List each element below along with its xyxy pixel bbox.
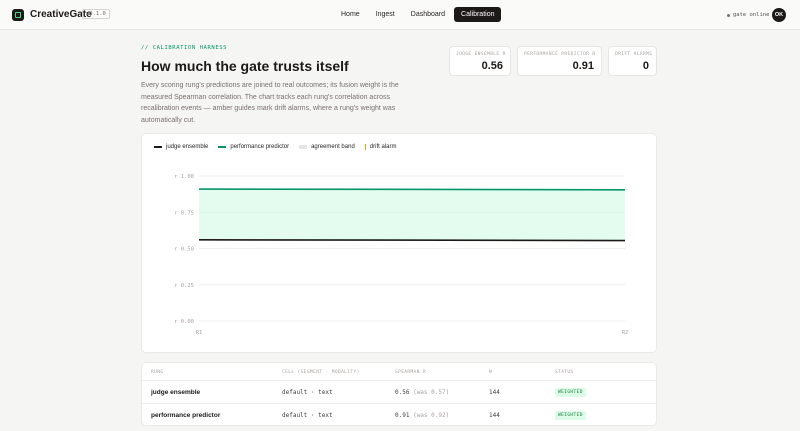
spearman-current: 0.56 [395, 389, 410, 396]
rung-name: performance predictor [151, 412, 221, 419]
col-header-status: STATUS [555, 370, 574, 375]
series-line-judge-ensemble [198, 239, 626, 242]
col-header-rung: RUNG [151, 370, 164, 375]
col-header-spearman: SPEARMAN R [395, 370, 427, 375]
cell-segment: default · text [282, 389, 333, 396]
series-line-performance-predictor [198, 188, 626, 191]
version-badge: v0.1.0 [82, 9, 110, 19]
status-badge: WEIGHTED [555, 388, 586, 397]
x-tick-label: R2 [622, 330, 629, 336]
nav-calibration[interactable]: Calibration [454, 7, 502, 22]
sample-count: 144 [489, 389, 500, 396]
logo-icon[interactable] [12, 9, 24, 21]
table-row[interactable]: performance predictor default · text 0.9… [142, 403, 656, 425]
spearman-value: 0.91 (was 0.92) [395, 412, 449, 419]
calibration-chart-card: judge ensemble performance predictor agr… [141, 133, 657, 353]
stat-label: JUDGE ENSEMBLE R [456, 52, 506, 57]
y-tick-label: r 1.00 [174, 174, 194, 180]
cell-segment: default · text [282, 412, 333, 419]
sample-count: 144 [489, 412, 500, 419]
gate-status: gate online [727, 12, 769, 18]
table-row[interactable]: judge ensemble default · text 0.56 (was … [142, 380, 656, 402]
rung-table: RUNG CELL (SEGMENT · MODALITY) SPEARMAN … [141, 362, 657, 426]
y-tick-label: r 0.25 [174, 283, 194, 289]
status-dot-icon [727, 13, 730, 17]
page-description: Every scoring rung's predictions are joi… [141, 82, 399, 124]
nav-ingest[interactable]: Ingest [369, 7, 402, 22]
gate-status-label: gate online [733, 12, 770, 18]
rung-name: judge ensemble [151, 389, 201, 396]
x-tick-label: R1 [196, 330, 203, 336]
top-nav-bar: CreativeGate v0.1.0 Home Ingest Dashboar… [0, 0, 800, 30]
spearman-value: 0.56 (was 0.57) [395, 389, 449, 396]
y-tick-label: r 0.75 [174, 210, 194, 216]
spearman-current: 0.91 [395, 412, 410, 419]
spearman-previous: (was 0.57) [413, 389, 450, 396]
stat-value: 0.56 [481, 60, 503, 72]
y-tick-label: r 0.50 [174, 247, 194, 253]
stat-performance-predictor: PERFORMANCE PREDICTOR R 0.91 [517, 46, 602, 76]
stat-value: 0.91 [572, 60, 594, 72]
main-nav: Home Ingest Dashboard Calibration [334, 7, 502, 22]
y-tick-label: r 0.00 [174, 319, 194, 325]
col-header-n: N [489, 370, 493, 375]
section-eyebrow: // CALIBRATION HARNESS [141, 45, 228, 51]
avatar[interactable]: OK [772, 8, 786, 22]
page-title: How much the gate trusts itself [141, 58, 349, 74]
col-header-cell: CELL (SEGMENT · MODALITY) [282, 370, 360, 375]
stat-value: 0 [642, 60, 649, 72]
spearman-previous: (was 0.92) [413, 412, 450, 419]
stat-judge-ensemble: JUDGE ENSEMBLE R 0.56 [449, 46, 511, 76]
nav-dashboard[interactable]: Dashboard [404, 7, 452, 22]
nav-home[interactable]: Home [334, 7, 367, 22]
stat-label: DRIFT ALARMS [615, 52, 653, 57]
stat-label: PERFORMANCE PREDICTOR R [524, 52, 596, 57]
agreement-band [199, 189, 625, 241]
calibration-plot: r 1.00 r 0.75 r 0.50 r 0.25 r 0.00R1 R2 [174, 174, 629, 336]
status-badge: WEIGHTED [555, 411, 586, 420]
stat-drift-alarms: DRIFT ALARMS 0 [608, 46, 657, 76]
